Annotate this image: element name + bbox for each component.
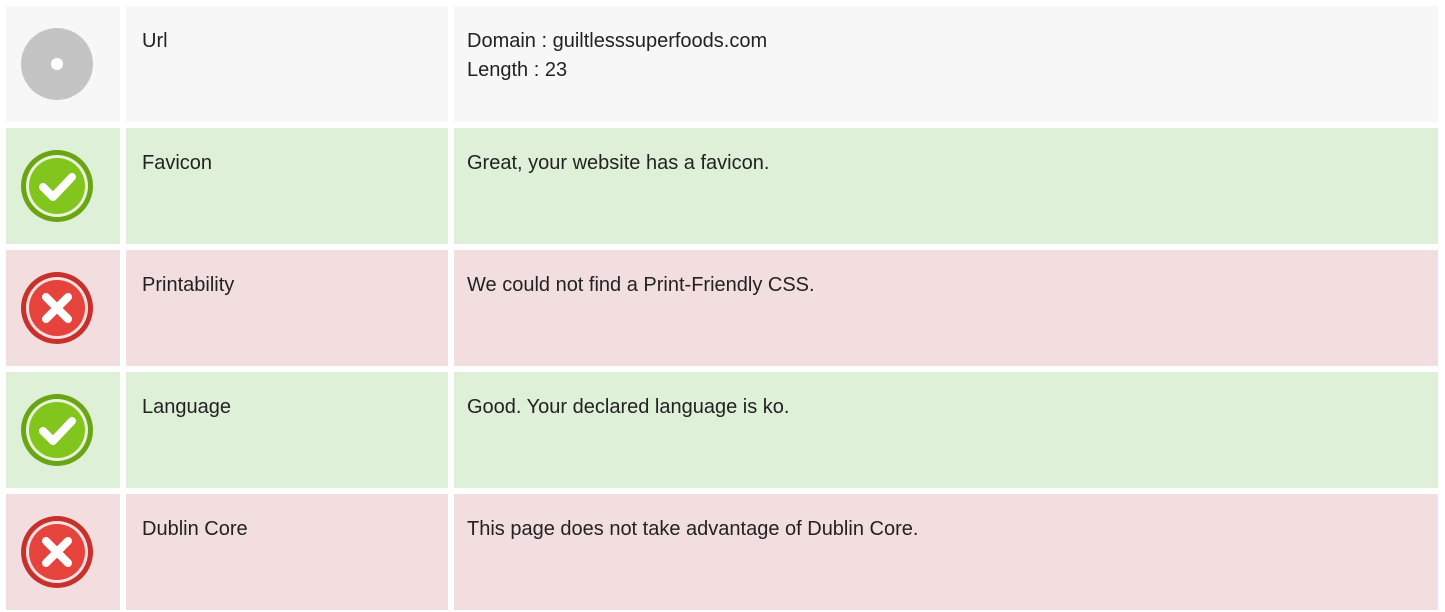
check-icon xyxy=(20,393,94,467)
label-cell: Url xyxy=(126,6,448,122)
row-label: Favicon xyxy=(142,152,213,174)
detail-cell: Domain : guiltlesssuperfoods.com Length … xyxy=(454,6,1438,122)
label-cell: Printability xyxy=(126,250,448,366)
status-cell xyxy=(6,372,120,488)
status-cell xyxy=(6,494,120,610)
result-row-dublin-core: Dublin Core This page does not take adva… xyxy=(6,494,1438,610)
row-detail: This page does not take advantage of Dub… xyxy=(467,518,919,540)
x-icon xyxy=(20,271,94,345)
x-icon xyxy=(20,515,94,589)
detail-cell: We could not find a Print-Friendly CSS. xyxy=(454,250,1438,366)
label-cell: Dublin Core xyxy=(126,494,448,610)
domain-text: Domain : guiltlesssuperfoods.com xyxy=(467,30,768,52)
detail-cell: Good. Your declared language is ko. xyxy=(454,372,1438,488)
row-label: Url xyxy=(142,30,168,52)
row-detail: Great, your website has a favicon. xyxy=(467,152,770,174)
label-cell: Favicon xyxy=(126,128,448,244)
result-row-url: Url Domain : guiltlesssuperfoods.com Len… xyxy=(6,6,1438,122)
check-icon xyxy=(20,149,94,223)
status-cell xyxy=(6,6,120,122)
result-row-printability: Printability We could not find a Print-F… xyxy=(6,250,1438,366)
result-row-language: Language Good. Your declared language is… xyxy=(6,372,1438,488)
detail-cell: Great, your website has a favicon. xyxy=(454,128,1438,244)
row-detail: Domain : guiltlesssuperfoods.com Length … xyxy=(467,27,767,85)
row-label: Language xyxy=(142,396,231,418)
row-detail: We could not find a Print-Friendly CSS. xyxy=(467,274,815,296)
label-cell: Language xyxy=(126,372,448,488)
result-row-favicon: Favicon Great, your website has a favico… xyxy=(6,128,1438,244)
neutral-dot-icon xyxy=(20,27,94,101)
row-label: Dublin Core xyxy=(142,518,248,540)
row-label: Printability xyxy=(142,274,235,296)
status-cell xyxy=(6,128,120,244)
length-text: Length : 23 xyxy=(467,59,568,81)
status-cell xyxy=(6,250,120,366)
row-detail: Good. Your declared language is ko. xyxy=(467,396,790,418)
detail-cell: This page does not take advantage of Dub… xyxy=(454,494,1438,610)
